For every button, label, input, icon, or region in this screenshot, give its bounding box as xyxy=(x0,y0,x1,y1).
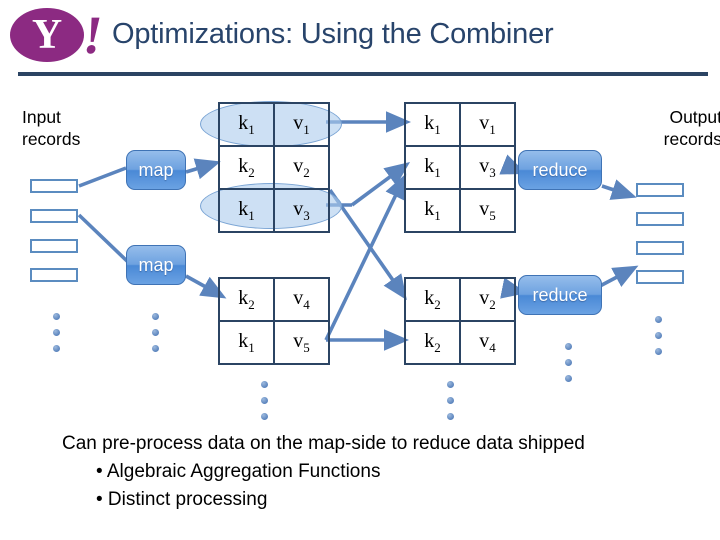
input-records-label-line2: records xyxy=(22,129,81,149)
cell-value: v5 xyxy=(273,320,330,365)
output-records-label: Output records xyxy=(612,106,720,150)
input-record-rect xyxy=(30,179,78,193)
ellipsis-dot xyxy=(261,397,268,404)
input-records-label-line1: Input xyxy=(22,107,61,127)
cell-key: k2 xyxy=(218,145,275,190)
output-record-rect xyxy=(636,270,684,284)
ellipsis-dot xyxy=(53,345,60,352)
table-row: k2 v2 xyxy=(218,145,330,190)
body-bullet-1: • Algebraic Aggregation Functions xyxy=(96,461,381,482)
ellipsis-dot xyxy=(565,343,572,350)
map-node-1[interactable]: map xyxy=(126,150,186,190)
cell-value: v2 xyxy=(459,277,516,322)
table-row: k2 v4 xyxy=(404,320,516,365)
ellipsis-dot xyxy=(152,345,159,352)
output-record-rect xyxy=(636,241,684,255)
cell-value: v2 xyxy=(273,145,330,190)
cell-key: k1 xyxy=(404,145,461,190)
cell-key: k1 xyxy=(404,102,461,147)
output-records-label-line2: records xyxy=(663,129,720,149)
cell-value: v3 xyxy=(273,188,330,233)
ellipsis-dot xyxy=(565,375,572,382)
cell-value: v5 xyxy=(459,188,516,233)
connector-layer xyxy=(77,111,639,351)
ellipsis-dot xyxy=(655,316,662,323)
cell-key: k1 xyxy=(218,188,275,233)
reduce-node-1[interactable]: reduce xyxy=(518,150,602,190)
input-record-rect xyxy=(30,209,78,223)
cell-value: v1 xyxy=(273,102,330,147)
table-row: k1 v1 xyxy=(404,102,516,147)
ellipsis-dot xyxy=(261,381,268,388)
table-row: k1 v3 xyxy=(218,188,330,233)
table-row: k2 v2 xyxy=(404,277,516,322)
table-row: k1 v3 xyxy=(404,145,516,190)
ellipsis-dot xyxy=(447,413,454,420)
ellipsis-dot xyxy=(53,313,60,320)
cell-key: k1 xyxy=(218,320,275,365)
ellipsis-dot xyxy=(447,381,454,388)
output-records-label-line1: Output xyxy=(669,107,720,127)
ellipsis-dot xyxy=(261,413,268,420)
reduce-node-2[interactable]: reduce xyxy=(518,275,602,315)
cell-key: k2 xyxy=(218,277,275,322)
ellipsis-dot xyxy=(53,329,60,336)
cell-value: v4 xyxy=(459,320,516,365)
cell-key: k1 xyxy=(218,102,275,147)
output-record-rect xyxy=(636,183,684,197)
cell-value: v3 xyxy=(459,145,516,190)
output-record-rect xyxy=(636,212,684,226)
map2-output-table: k2 v4 k1 v5 xyxy=(218,277,330,365)
ellipsis-dot xyxy=(152,329,159,336)
slide-canvas: Y ! Optimizations: Using the Combiner In… xyxy=(0,0,720,540)
cell-key: k1 xyxy=(404,188,461,233)
cell-value: v1 xyxy=(459,102,516,147)
ellipsis-dot xyxy=(565,359,572,366)
cell-key: k2 xyxy=(404,277,461,322)
table-row: k1 v1 xyxy=(218,102,330,147)
ellipsis-dot xyxy=(655,332,662,339)
map1-output-table: k1 v1 k2 v2 k1 v3 xyxy=(218,102,330,233)
input-record-rect xyxy=(30,239,78,253)
input-record-rect xyxy=(30,268,78,282)
cell-key: k2 xyxy=(404,320,461,365)
reduce2-input-table: k2 v2 k2 v4 xyxy=(404,277,516,365)
ellipsis-dot xyxy=(152,313,159,320)
body-bullet-2: • Distinct processing xyxy=(96,489,268,510)
ellipsis-dot xyxy=(447,397,454,404)
ellipsis-dot xyxy=(655,348,662,355)
table-row: k1 v5 xyxy=(218,320,330,365)
table-row: k2 v4 xyxy=(218,277,330,322)
body-lead-text: Can pre-process data on the map-side to … xyxy=(62,433,585,454)
table-row: k1 v5 xyxy=(404,188,516,233)
reduce1-input-table: k1 v1 k1 v3 k1 v5 xyxy=(404,102,516,233)
cell-value: v4 xyxy=(273,277,330,322)
input-records-label: Input records xyxy=(22,106,132,150)
map-node-2[interactable]: map xyxy=(126,245,186,285)
